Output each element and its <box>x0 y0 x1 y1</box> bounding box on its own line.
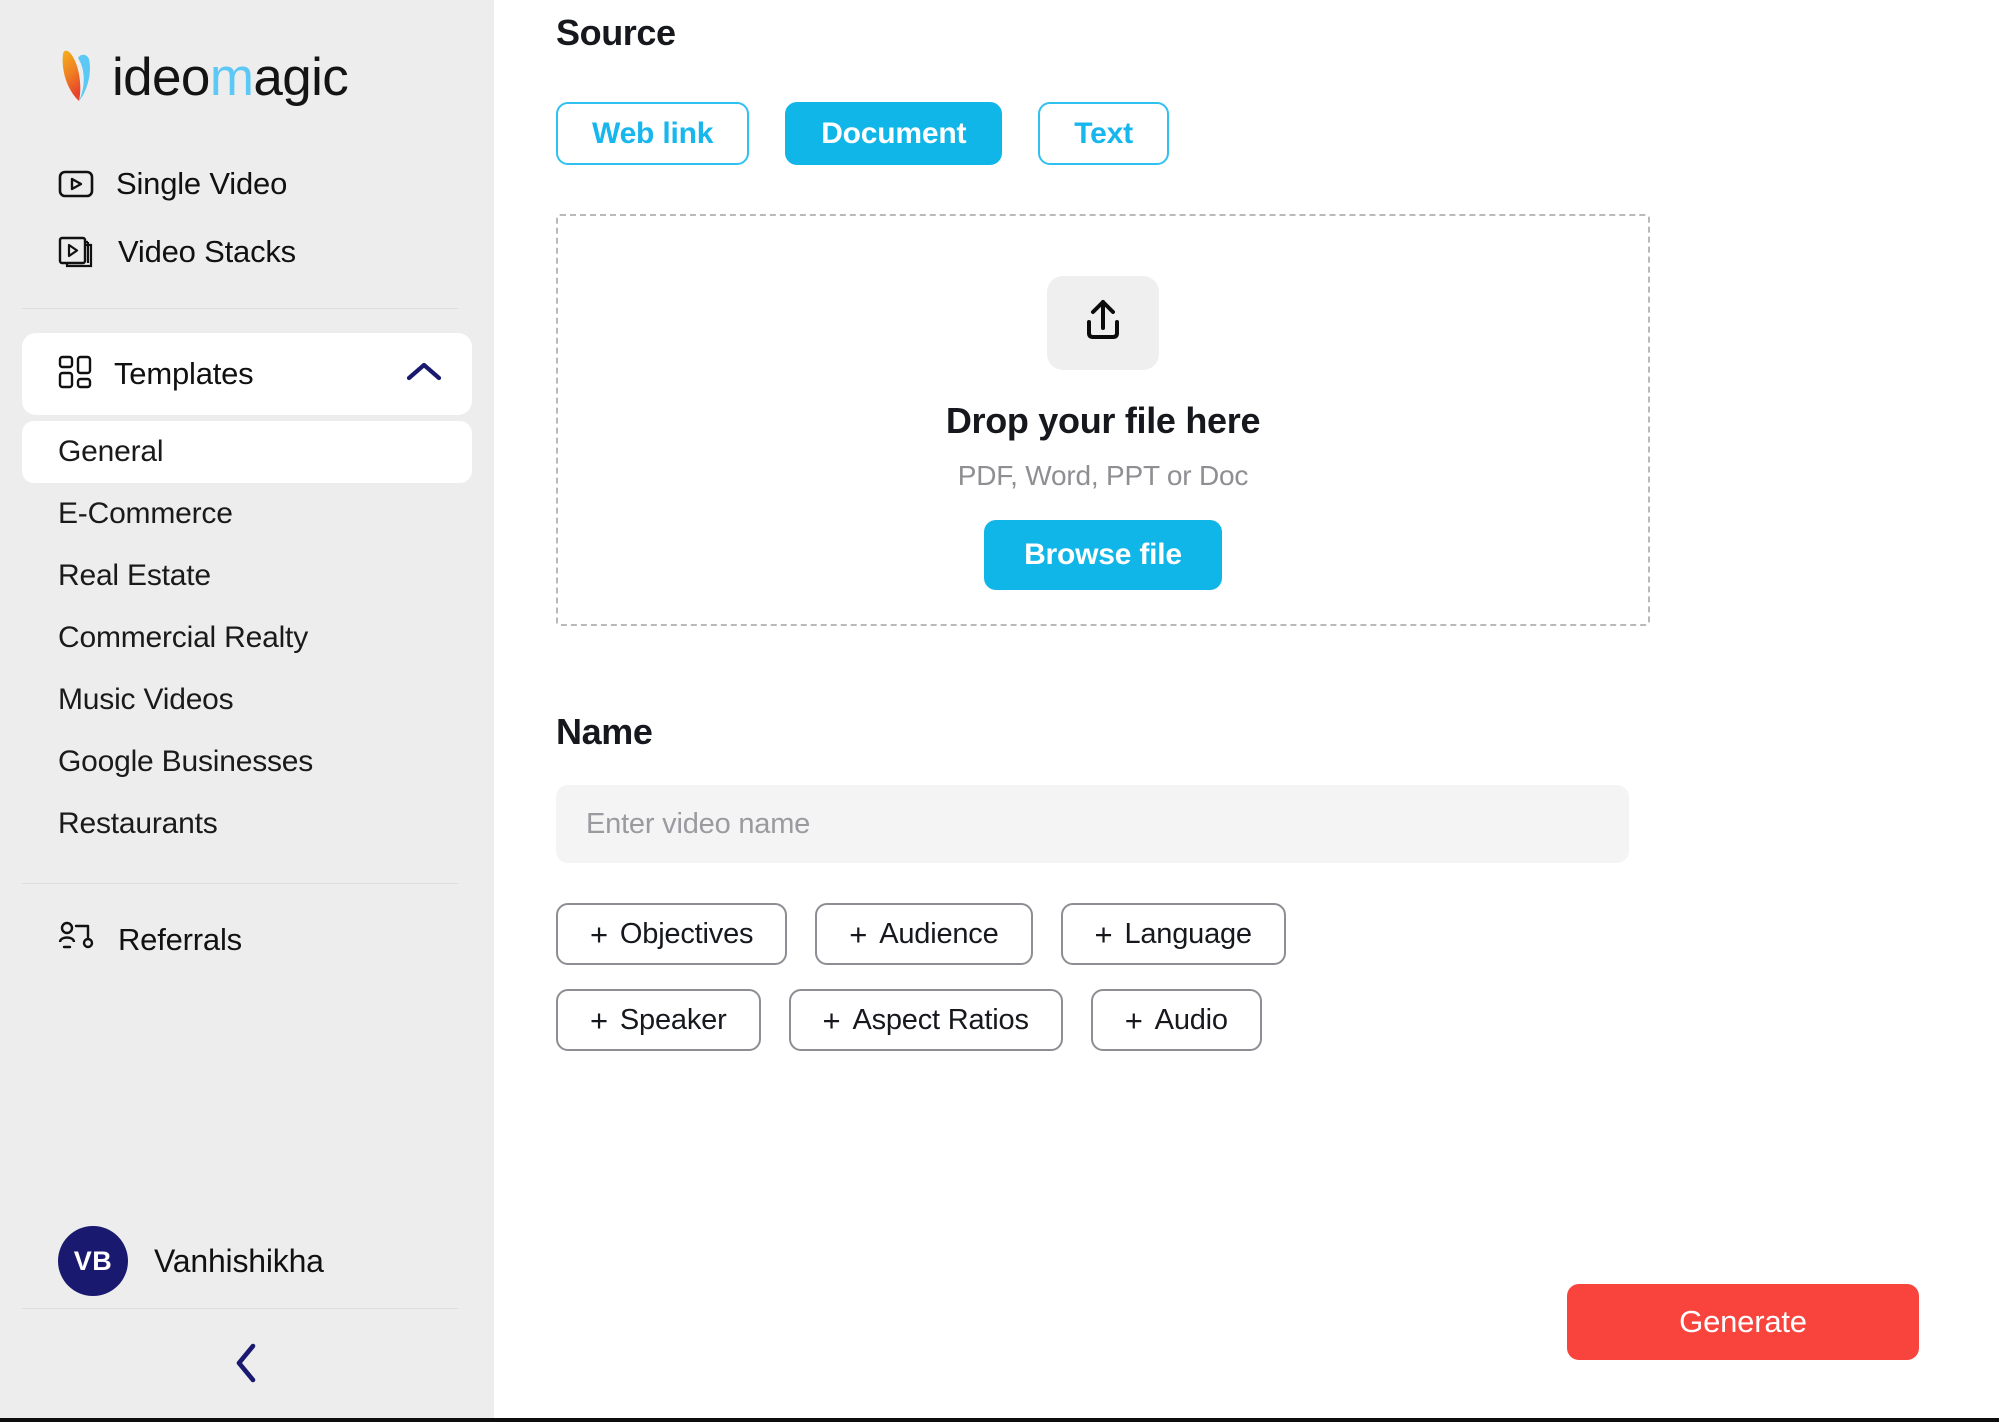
plus-icon: + <box>590 1002 608 1038</box>
templates-label: Templates <box>114 356 254 391</box>
sidebar-item-label: Video Stacks <box>118 234 296 269</box>
template-item-label: E-Commerce <box>58 497 233 530</box>
chip-label: Objectives <box>619 917 754 950</box>
template-item-general[interactable]: General <box>22 421 472 483</box>
template-item-label: Restaurants <box>58 807 218 840</box>
plus-icon: + <box>849 916 868 952</box>
logo-text-ideo: ideo <box>112 47 210 107</box>
logo-text-m: m <box>209 47 254 107</box>
grid-layout-icon <box>58 355 92 394</box>
chip-label: Aspect Ratios <box>852 1003 1029 1036</box>
logo-text-agic: agic <box>253 47 349 107</box>
generate-button[interactable]: Generate <box>1567 1284 1919 1360</box>
template-item-e-commerce[interactable]: E-Commerce <box>22 483 472 545</box>
main-inner: Source Web link Document Text Drop your … <box>494 12 1999 1051</box>
template-item-real-estate[interactable]: Real Estate <box>22 545 472 607</box>
chip-label: Audience <box>879 917 999 950</box>
videomagic-v-logo-icon <box>62 50 90 101</box>
template-item-label: General <box>58 435 164 468</box>
window-bottom-edge <box>0 1418 1999 1422</box>
templates-list: General E-Commerce Real Estate Commercia… <box>0 421 494 855</box>
tab-label: Web link <box>592 116 714 150</box>
file-dropzone[interactable]: Drop your file here PDF, Word, PPT or Do… <box>556 214 1650 626</box>
name-section-title: Name <box>556 711 653 752</box>
main-content: Source Web link Document Text Drop your … <box>494 0 1999 1422</box>
add-objectives-chip[interactable]: + Objectives <box>556 903 788 965</box>
chip-label: Speaker <box>619 1003 727 1036</box>
primary-nav: Single Video Video Stacks <box>0 150 494 286</box>
add-language-chip[interactable]: + Language <box>1060 903 1286 965</box>
chip-label: Audio <box>1154 1003 1228 1036</box>
tab-label: Document <box>821 116 967 150</box>
user-profile-row[interactable]: VB Vanhishikha <box>0 1218 494 1304</box>
tab-label: Text <box>1074 116 1133 150</box>
add-audio-chip[interactable]: + Audio <box>1090 989 1262 1051</box>
sidebar-item-video-stacks[interactable]: Video Stacks <box>0 218 494 286</box>
app-root: ideomagic Single Video Video Stacks Temp… <box>0 0 1999 1422</box>
template-item-restaurants[interactable]: Restaurants <box>22 793 472 855</box>
template-item-label: Google Businesses <box>58 745 314 778</box>
plus-icon: + <box>1094 916 1113 952</box>
chevron-up-icon[interactable] <box>404 359 444 390</box>
add-speaker-chip[interactable]: + Speaker <box>556 989 761 1051</box>
video-stacks-icon <box>58 235 96 269</box>
template-item-google-businesses[interactable]: Google Businesses <box>22 731 472 793</box>
sidebar-item-label: Single Video <box>116 166 288 201</box>
chevron-left-icon <box>230 1340 264 1391</box>
template-item-commercial-realty[interactable]: Commercial Realty <box>22 607 472 669</box>
templates-label-group: Templates <box>58 355 254 394</box>
chip-label: Language <box>1124 917 1252 950</box>
source-type-tabs: Web link Document Text <box>556 102 1999 165</box>
sidebar: ideomagic Single Video Video Stacks Temp… <box>0 0 494 1422</box>
add-aspect-ratios-chip[interactable]: + Aspect Ratios <box>788 989 1063 1051</box>
tab-web-link[interactable]: Web link <box>556 102 750 165</box>
tab-document[interactable]: Document <box>785 102 1003 165</box>
single-video-icon <box>58 169 94 199</box>
option-chips-row-2: + Speaker + Aspect Ratios + Audio <box>556 989 1999 1051</box>
collapse-sidebar-button[interactable] <box>0 1330 494 1400</box>
upload-icon <box>1078 296 1128 351</box>
template-item-label: Music Videos <box>58 683 234 716</box>
plus-icon: + <box>1124 1002 1143 1038</box>
source-section-title: Source <box>556 12 676 53</box>
template-item-label: Commercial Realty <box>58 621 308 654</box>
browse-file-button[interactable]: Browse file <box>984 520 1222 590</box>
avatar: VB <box>58 1226 128 1296</box>
add-audience-chip[interactable]: + Audience <box>815 903 1033 965</box>
sidebar-item-referrals[interactable]: Referrals <box>0 906 494 974</box>
dropzone-subtitle: PDF, Word, PPT or Doc <box>957 460 1249 491</box>
sidebar-divider-user <box>22 1308 458 1309</box>
referral-users-icon <box>58 921 96 960</box>
sidebar-item-single-video[interactable]: Single Video <box>0 150 494 218</box>
plus-icon: + <box>822 1002 841 1038</box>
sidebar-item-templates[interactable]: Templates <box>22 333 472 415</box>
template-item-label: Real Estate <box>58 559 211 592</box>
template-item-music-videos[interactable]: Music Videos <box>22 669 472 731</box>
referrals-label: Referrals <box>118 922 242 957</box>
tab-text[interactable]: Text <box>1038 102 1169 165</box>
sidebar-divider-bottom <box>22 883 458 884</box>
upload-icon-badge <box>1047 276 1159 370</box>
user-name: Vanhishikha <box>154 1242 324 1279</box>
video-name-input[interactable] <box>556 785 1629 863</box>
logo-wordmark: ideomagic <box>112 47 349 107</box>
dropzone-title: Drop your file here <box>945 400 1261 441</box>
app-logo[interactable]: ideomagic <box>58 46 494 108</box>
option-chips-row-1: + Objectives + Audience + Language <box>556 903 1999 965</box>
plus-icon: + <box>590 916 608 952</box>
sidebar-divider-top <box>22 308 458 309</box>
